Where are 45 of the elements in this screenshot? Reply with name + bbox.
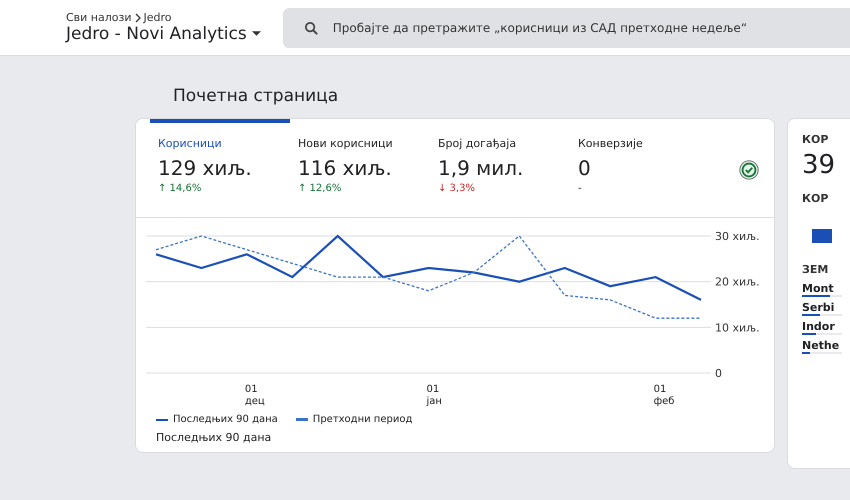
card-subtitle: КОР [802,192,830,205]
date-range-label: Последњих 90 дана [155,430,272,444]
y-axis-label: 20 хиљ. [715,276,760,289]
metric-value: 0 [578,156,592,180]
metric-tab[interactable]: Нови корисници 116 хиљ. ↑ 12,6% [290,119,430,217]
metric-change: ↓ 3,3% [438,183,476,194]
metric-label: Корисници [158,137,223,150]
metric-value: 129 хиљ. [158,156,253,180]
card-title: КОР [802,133,830,146]
legend-label: Претходни период [312,414,412,425]
x-axis-label: 01 феб [654,384,676,408]
legend-swatch [296,418,308,421]
metric-change: - [578,183,583,194]
metric-value: 116 хиљ. [298,156,393,180]
x-axis-label: 01 јан [426,384,443,408]
property-selector[interactable]: Jedro - Novi Analytics [66,24,261,44]
metric-value: 1,9 мил. [438,156,524,180]
search-field[interactable]: Пробајте да претражите „корисници из САД претходне недеље“ [282,8,850,48]
y-axis-label: 30 хиљ. [715,230,760,243]
breadcrumb-link[interactable]: Jedro [144,11,172,24]
column-header: ЗЕМ [802,263,830,276]
metric-tab[interactable]: Конверзије 0 - [570,119,710,217]
country-name: Nethe [802,339,840,352]
y-axis-label: 10 хиљ. [715,321,760,334]
metric-label: Нови корисници [298,137,394,150]
sparkline-bar [812,229,832,243]
metric-label: Конверзије [578,137,644,150]
x-axis-label: 01 дец [244,384,266,408]
page-title: Почетна страница [173,86,340,106]
breadcrumb-link[interactable]: Сви налози [66,11,132,24]
legend-label: Последњих 90 дана [173,414,278,425]
metric-tab[interactable]: Број догађаја 1,9 мил. ↓ 3,3% [430,119,570,217]
metric-change: ↑ 12,6% [298,183,342,194]
country-name: Indor [802,320,836,333]
chevron-icon [134,12,141,22]
country-name: Mont [802,282,835,295]
search-icon [302,20,320,36]
y-axis-label: 0 [715,367,722,378]
caret-icon [252,31,261,37]
metric-change: ↑ 14,6% [158,183,202,194]
metric-label: Број догађаја [438,137,518,150]
metric-tab[interactable]: Корисници 129 хиљ. ↑ 14,6% [150,119,290,217]
country-name: Serbi [802,301,836,314]
metric-value: 39 [802,150,836,180]
check-circle-icon [738,159,760,181]
